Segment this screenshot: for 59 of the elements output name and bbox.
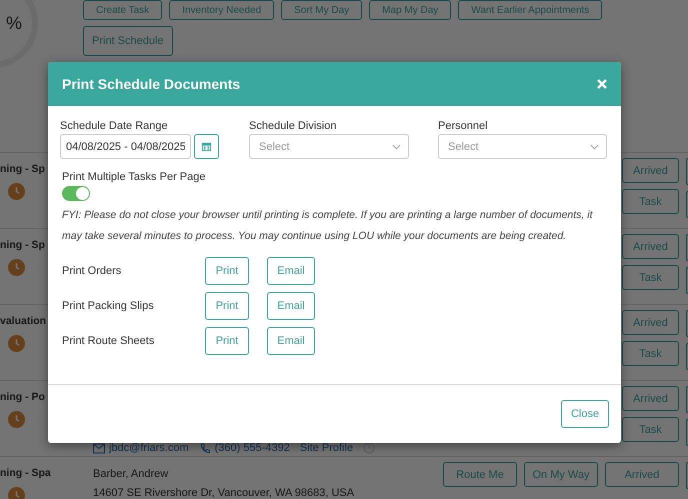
clock-icon bbox=[8, 411, 25, 428]
task-title: ning - Sp bbox=[0, 239, 46, 251]
clock-icon bbox=[8, 259, 25, 276]
personnel-select[interactable]: Select bbox=[438, 134, 607, 159]
task-title: valuation bbox=[0, 315, 48, 327]
email-link[interactable]: jbdc@friars.com bbox=[109, 442, 189, 454]
toolbar-button[interactable]: Create Task bbox=[83, 0, 162, 20]
clock-icon bbox=[8, 183, 25, 200]
task-action-button[interactable]: Arrived bbox=[622, 310, 679, 335]
progress-label: % bbox=[6, 12, 22, 34]
toolbar-button[interactable]: Map My Day bbox=[369, 0, 452, 20]
field-label: Personnel bbox=[438, 120, 489, 132]
task-action-button[interactable]: Task bbox=[622, 341, 679, 366]
calendar-button[interactable] bbox=[194, 134, 219, 159]
toolbar-button[interactable]: Want Earlier Appointments bbox=[458, 0, 602, 20]
document-action-button[interactable]: Print bbox=[205, 292, 249, 320]
document-action-button[interactable]: Email bbox=[267, 256, 315, 284]
print-schedule-button[interactable]: Print Schedule bbox=[83, 26, 173, 56]
task-title: ning - Po bbox=[0, 391, 46, 403]
close-icon[interactable] bbox=[597, 79, 607, 89]
close-button[interactable]: Close bbox=[561, 400, 609, 428]
field-label: Schedule Date Range bbox=[60, 120, 169, 132]
document-label: Print Packing Slips bbox=[62, 300, 155, 312]
clock-icon bbox=[8, 335, 25, 352]
document-action-button[interactable]: Email bbox=[267, 326, 315, 354]
envelope-icon bbox=[93, 442, 105, 454]
task-action-button[interactable]: Task bbox=[622, 189, 679, 214]
task-action-button[interactable]: Route Me bbox=[443, 462, 517, 487]
chevron-icon bbox=[392, 144, 401, 150]
calendar-icon bbox=[201, 141, 212, 152]
task-action-button[interactable]: Task bbox=[622, 265, 679, 290]
site-profile-link[interactable]: Site Profile bbox=[300, 442, 354, 454]
field-label: Schedule Division bbox=[249, 120, 338, 132]
customer-address: 14607 SE Rivershore Dr, Vancouver, WA 98683, USA bbox=[93, 486, 356, 499]
task-action-button[interactable]: Arrived bbox=[622, 158, 679, 183]
toggle-switch[interactable] bbox=[62, 186, 90, 201]
notice-text: FYI: Please do not close your browser until printing is complete. If you are printing a large number of documents, it may take several minutes to process. You may continue using LOU while your documents are being created. bbox=[62, 208, 594, 244]
toolbar-button[interactable]: Inventory Needed bbox=[169, 0, 274, 20]
document-action-button[interactable]: Email bbox=[267, 292, 315, 320]
division-select[interactable]: Select bbox=[249, 134, 409, 159]
task-action-button[interactable]: Arrived bbox=[605, 462, 679, 487]
task-action-button[interactable]: Arrived bbox=[622, 386, 679, 411]
customer-name: Barber, Andrew bbox=[93, 467, 170, 482]
document-action-button[interactable]: Print bbox=[205, 256, 249, 284]
document-label: Print Route Sheets bbox=[62, 334, 156, 346]
task-action-button[interactable]: Arrived bbox=[622, 234, 679, 259]
phone-icon bbox=[198, 442, 211, 454]
dialog-title: Print Schedule Documents bbox=[62, 76, 240, 92]
chevron-icon bbox=[590, 144, 599, 150]
history-icon[interactable] bbox=[363, 442, 376, 454]
task-action-button[interactable]: On My Way bbox=[524, 462, 598, 487]
task-title: ning - Spa bbox=[0, 467, 52, 479]
toggle-label: Print Multiple Tasks Per Page bbox=[62, 171, 206, 183]
task-action-button[interactable]: Task bbox=[622, 417, 679, 442]
toolbar-button[interactable]: Sort My Day bbox=[281, 0, 362, 20]
phone-link[interactable]: (360) 555-4392 bbox=[214, 442, 290, 454]
document-label: Print Orders bbox=[62, 264, 122, 276]
document-action-button[interactable]: Print bbox=[205, 326, 249, 354]
task-title: ning - Sp bbox=[0, 163, 46, 175]
